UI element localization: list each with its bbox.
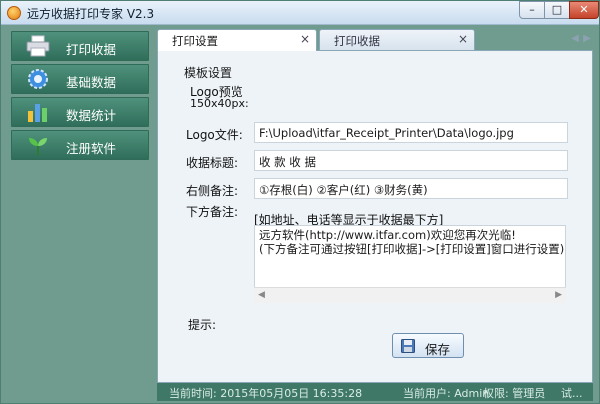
sprout-icon [29, 138, 47, 155]
sidebar-item-label: 基础数据 [66, 75, 117, 90]
window-title: 远方收据打印专家 V2.3 [27, 7, 155, 21]
tab-bar: 打印设置 × 打印收据 × ◀ ▶ [157, 29, 593, 51]
tab-scroll-right-icon[interactable]: ▶ [581, 32, 593, 46]
status-mode: 试... [561, 387, 583, 400]
printer-icon [26, 35, 50, 57]
logo-file-label: Logo文件: [186, 128, 243, 142]
template-settings-group: 模板设置 Logo预览 150x40px: Logo文件: F:\Upload\… [168, 61, 584, 311]
bottom-note-line: (下方备注可通过按钮[打印收据]->[打印设置]窗口进行设置) [259, 242, 565, 256]
scroll-left-arrow-icon[interactable]: ◀ [258, 290, 265, 300]
sidebar-item-statistics[interactable]: 数据统计 [11, 97, 149, 127]
sidebar-item-label: 注册软件 [66, 141, 117, 156]
app-window: 远方收据打印专家 V2.3 – □ ✕ 打印收据 基础数据 数据统计 注册软件 … [0, 0, 600, 404]
group-title: 模板设置 [182, 64, 235, 81]
status-bar: 当前时间: 2015年05月05日 16:35:28 当前用户: Admin 权… [157, 383, 593, 401]
save-button[interactable]: 保存 [392, 333, 464, 358]
right-note-input[interactable]: ①存根(白) ②客户(红) ③财务(黄) [254, 178, 568, 199]
floppy-disk-icon [401, 339, 415, 353]
tab-scroll-left-icon[interactable]: ◀ [569, 32, 581, 46]
scroll-right-arrow-icon[interactable]: ▶ [555, 290, 562, 300]
status-time: 当前时间: 2015年05月05日 16:35:28 [169, 387, 363, 400]
bar-chart-icon [28, 104, 47, 122]
sidebar-item-register[interactable]: 注册软件 [11, 130, 149, 160]
sidebar-item-label: 数据统计 [66, 108, 117, 123]
receipt-title-label: 收据标题: [186, 156, 239, 170]
close-window-button[interactable]: ✕ [569, 1, 599, 19]
maximize-button[interactable]: □ [544, 1, 570, 19]
right-note-label: 右侧备注: [186, 184, 239, 198]
minimize-button[interactable]: – [519, 1, 545, 19]
tab-label: 打印设置 [172, 34, 218, 48]
bottom-note-line: 远方软件(http://www.itfar.com)欢迎您再次光临! [259, 228, 516, 242]
settings-panel: 模板设置 Logo预览 150x40px: Logo文件: F:\Upload\… [157, 50, 593, 383]
app-logo-icon [7, 6, 21, 20]
status-user: 当前用户: Admin [403, 387, 490, 400]
bottom-note-label: 下方备注: [186, 205, 239, 219]
status-role: 权限: 管理员 [483, 387, 546, 400]
tab-label: 打印收据 [334, 34, 380, 48]
logo-preview-size: 150x40px: [190, 97, 249, 110]
save-button-label: 保存 [425, 342, 451, 357]
logo-file-input[interactable]: F:\Upload\itfar_Receipt_Printer\Data\log… [254, 122, 568, 143]
hint-label: 提示: [188, 318, 217, 332]
sidebar-item-print-receipt[interactable]: 打印收据 [11, 31, 149, 61]
title-bar[interactable]: 远方收据打印专家 V2.3 – □ ✕ [1, 1, 599, 25]
receipt-title-input[interactable]: 收 款 收 据 [254, 150, 568, 171]
tab-print-receipt[interactable]: 打印收据 × [319, 29, 475, 50]
close-icon[interactable]: × [458, 32, 468, 46]
sidebar-item-basic-data[interactable]: 基础数据 [11, 64, 149, 94]
gear-icon [28, 69, 48, 89]
horizontal-scrollbar[interactable]: ◀ ▶ [254, 287, 566, 303]
close-icon[interactable]: × [300, 32, 310, 46]
tab-print-settings[interactable]: 打印设置 × [157, 29, 317, 51]
sidebar-item-label: 打印收据 [66, 42, 117, 57]
